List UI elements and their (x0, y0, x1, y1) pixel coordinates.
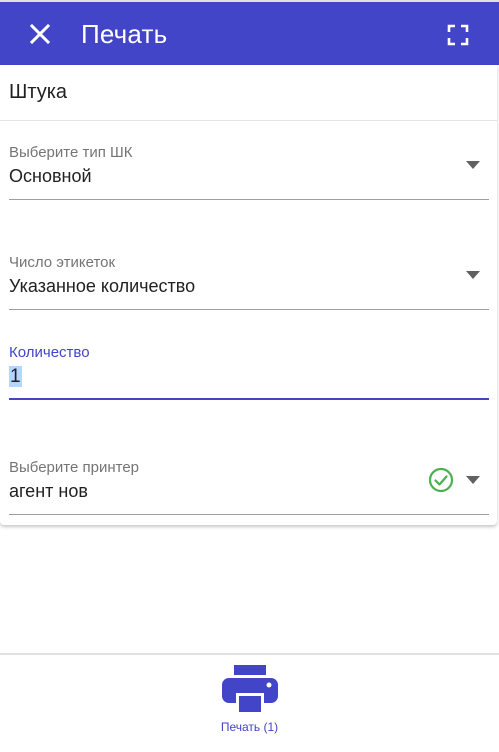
divider (0, 120, 497, 121)
printer-icon (222, 665, 278, 715)
label-count-select[interactable]: Число этикеток Указанное количество (9, 254, 489, 312)
print-button-label: Печать (1) (220, 720, 279, 734)
dropdown-arrow-icon[interactable] (466, 161, 480, 169)
bottom-bar-divider (0, 653, 499, 655)
close-icon[interactable] (26, 20, 54, 48)
barcode-type-label: Выберите тип ШК (9, 144, 133, 161)
item-name: Штука (9, 81, 68, 103)
field-underline (9, 199, 489, 200)
app-header: Печать (0, 0, 499, 65)
check-circle-icon (428, 467, 454, 493)
quantity-input[interactable]: 1 (9, 366, 22, 388)
quantity-field[interactable]: Количество 1 (9, 344, 489, 402)
barcode-type-select[interactable]: Выберите тип ШК Основной (9, 144, 489, 202)
page-title: Печать (81, 19, 168, 49)
field-underline (9, 514, 489, 515)
field-underline (9, 309, 489, 310)
label-count-value[interactable]: Указанное количество (9, 276, 195, 297)
label-count-label: Число этикеток (9, 254, 116, 271)
dropdown-arrow-icon[interactable] (466, 476, 480, 484)
barcode-type-value[interactable]: Основной (9, 166, 92, 187)
printer-label: Выберите принтер (9, 459, 139, 476)
printer-select[interactable]: Выберите принтер агент нов (9, 459, 489, 517)
printer-value[interactable]: агент нов (9, 481, 88, 502)
dropdown-arrow-icon[interactable] (466, 271, 480, 279)
fullscreen-icon[interactable] (446, 23, 470, 47)
print-button[interactable]: Печать (1) (200, 662, 299, 742)
field-underline-focused (9, 398, 489, 400)
quantity-value: 1 (9, 366, 22, 387)
quantity-label: Количество (9, 344, 90, 361)
